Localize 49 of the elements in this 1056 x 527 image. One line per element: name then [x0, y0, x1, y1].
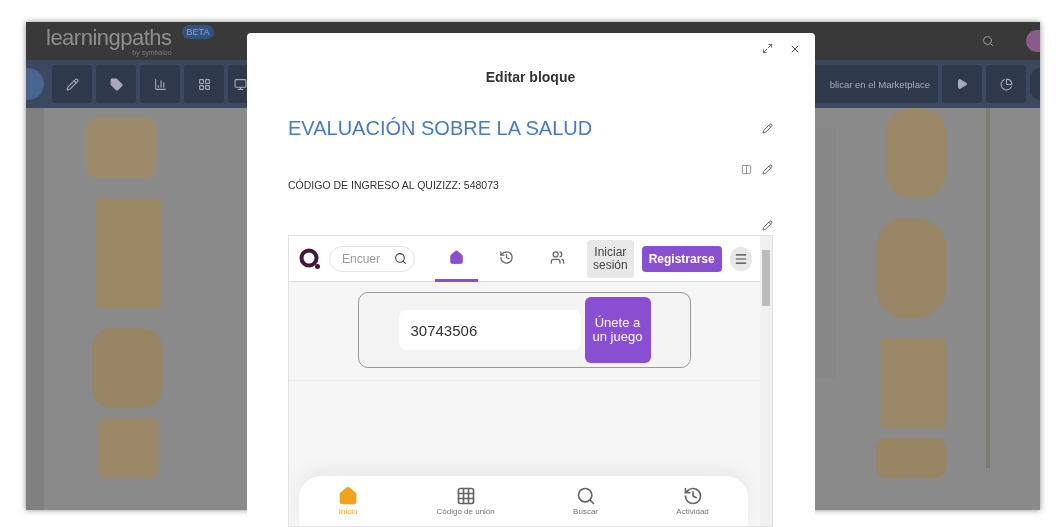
tag-button[interactable] — [96, 65, 136, 103]
menu-button[interactable] — [729, 246, 752, 271]
edit-button[interactable] — [762, 220, 773, 231]
close-button[interactable] — [789, 43, 801, 55]
home-icon — [338, 486, 359, 506]
search-button[interactable] — [982, 35, 994, 47]
expand-icon — [762, 43, 773, 54]
bar-chart-icon — [153, 77, 167, 91]
bottom-nav-item[interactable]: Buscar — [573, 486, 598, 516]
close-icon — [789, 43, 801, 55]
menu-icon — [733, 251, 748, 266]
chart-button[interactable] — [140, 65, 180, 103]
edit-button[interactable] — [762, 122, 773, 134]
search-icon — [575, 486, 596, 506]
block-heading: EVALUACIÓN SOBRE LA SALUD — [288, 116, 593, 140]
people-icon — [550, 249, 566, 265]
play-button[interactable] — [942, 65, 982, 103]
tag-icon — [109, 77, 123, 91]
search-icon — [982, 35, 994, 47]
monitor-icon — [234, 77, 247, 91]
grid-button[interactable] — [184, 65, 224, 103]
play-icon — [956, 78, 968, 90]
search-field[interactable]: Encuer — [329, 245, 415, 272]
bottom-nav-item[interactable]: Actividad — [676, 486, 709, 516]
history-icon — [682, 486, 703, 506]
dialog-title: Editar bloque — [485, 69, 576, 85]
keypad-icon — [455, 486, 476, 506]
columns-button[interactable] — [741, 163, 752, 175]
pie-chart-icon — [999, 77, 1013, 91]
login-button[interactable]: Iniciar sesión — [587, 239, 634, 278]
game-code-field[interactable]: 30743506 — [398, 310, 581, 350]
bottom-nav-item[interactable]: Código de unión — [436, 486, 495, 516]
avatar[interactable] — [1026, 30, 1040, 52]
history-icon — [499, 249, 515, 265]
beta-badge: BETA — [181, 25, 215, 39]
app-logo: learningpaths — [46, 26, 172, 49]
grid-icon — [197, 77, 211, 91]
search-icon — [394, 251, 407, 265]
pie-chart-button[interactable] — [986, 65, 1026, 103]
register-button[interactable]: Registrarse — [641, 245, 722, 272]
join-game-button[interactable]: Únete a un juego — [584, 297, 651, 363]
quiz-code-text: CÓDIGO DE INGRESO AL QUIZIZZ: 548073 — [288, 179, 499, 191]
edit-button[interactable] — [52, 65, 92, 103]
home-icon — [448, 249, 464, 265]
pencil-icon — [65, 77, 79, 91]
edit-button[interactable] — [762, 163, 773, 175]
expand-button[interactable] — [762, 43, 773, 55]
scrollbar[interactable] — [760, 236, 772, 526]
app-logo-icon — [299, 247, 321, 270]
